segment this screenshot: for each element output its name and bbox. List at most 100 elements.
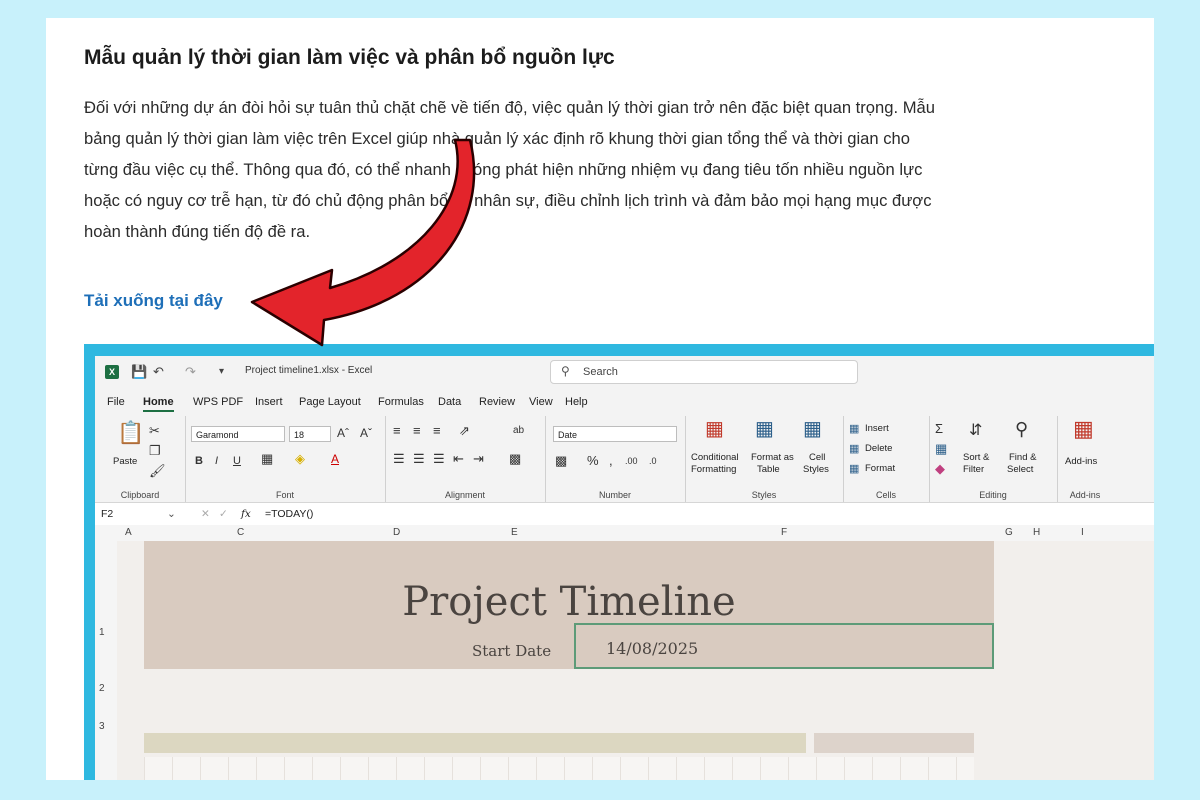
insert-cells-icon[interactable]: ▦ — [849, 422, 859, 436]
confirm-formula-icon[interactable]: ✓ — [219, 508, 228, 520]
column-header[interactable]: D — [393, 527, 400, 538]
conditional-formatting-icon[interactable]: ▦ — [705, 419, 724, 439]
tab-wps-pdf[interactable]: WPS PDF — [193, 396, 243, 408]
column-header[interactable]: E — [511, 527, 518, 538]
decrease-indent-icon[interactable]: ⇤ — [453, 452, 464, 466]
tab-file[interactable]: File — [107, 396, 125, 408]
tab-data[interactable]: Data — [438, 396, 461, 408]
tab-review[interactable]: Review — [479, 396, 515, 408]
increase-font-icon[interactable]: Aˆ — [337, 426, 349, 440]
percent-icon[interactable]: % — [587, 454, 599, 468]
row-header[interactable]: 1 — [99, 627, 105, 638]
format-label[interactable]: Format — [865, 463, 895, 474]
column-header[interactable]: H — [1033, 527, 1040, 538]
column-header[interactable]: A — [125, 527, 132, 538]
borders-icon[interactable]: ▦ — [261, 452, 273, 466]
table-label[interactable]: Table — [757, 464, 780, 475]
column-headers: A C D E F G H I — [95, 525, 1154, 542]
format-as-label[interactable]: Format as — [751, 452, 794, 463]
cell-label[interactable]: Cell — [809, 452, 825, 463]
name-box-dropdown-icon[interactable]: ⌄ — [167, 508, 176, 520]
cut-icon[interactable]: ✂ — [149, 424, 160, 438]
italic-icon[interactable]: I — [215, 454, 218, 468]
clear-icon[interactable]: ◆ — [935, 462, 945, 476]
find-select-icon[interactable]: ⚲ — [1015, 420, 1028, 438]
addins-icon[interactable]: ▦ — [1073, 418, 1094, 440]
delete-label[interactable]: Delete — [865, 443, 892, 454]
format-painter-icon[interactable]: 🖌 — [149, 464, 166, 478]
paste-label[interactable]: Paste — [113, 456, 137, 467]
formatting-label[interactable]: Formatting — [691, 464, 736, 475]
download-link[interactable]: Tải xuống tại đây — [84, 291, 223, 311]
column-header[interactable]: G — [1005, 527, 1013, 538]
autosum-icon[interactable]: Σ — [935, 422, 943, 436]
cell-styles-icon[interactable]: ▦ — [803, 419, 822, 439]
search-box[interactable]: ⚲ Search — [550, 360, 858, 384]
search-placeholder: Search — [583, 366, 618, 378]
bold-icon[interactable]: B — [195, 454, 203, 468]
cancel-formula-icon[interactable]: ✕ — [201, 508, 210, 520]
align-top-icon[interactable]: ≡ — [393, 424, 401, 438]
align-right-icon[interactable]: ☰ — [433, 452, 445, 466]
align-left-icon[interactable]: ☰ — [393, 452, 405, 466]
font-color-icon[interactable]: A — [331, 452, 339, 466]
addins-label[interactable]: Add-ins — [1065, 456, 1097, 467]
timeline-grid[interactable] — [144, 757, 974, 780]
increase-indent-icon[interactable]: ⇥ — [473, 452, 484, 466]
redo-icon[interactable]: ↷ — [185, 364, 196, 380]
tab-view[interactable]: View — [529, 396, 553, 408]
save-icon[interactable]: 💾 — [131, 364, 147, 380]
sort-filter-icon[interactable]: ⇵ — [969, 423, 982, 439]
copy-icon[interactable]: ❐ — [149, 444, 161, 458]
formula-input[interactable]: =TODAY() — [265, 508, 313, 520]
sort-label[interactable]: Sort & — [963, 452, 989, 463]
worksheet[interactable]: Project Timeline Start Date 14/08/2025 — [117, 541, 1154, 780]
increase-decimal-icon[interactable]: .00 — [625, 454, 638, 468]
insert-function-icon[interactable]: fx — [241, 508, 251, 520]
align-center-icon[interactable]: ☰ — [413, 452, 425, 466]
font-name-dropdown[interactable]: Garamond — [191, 426, 285, 442]
column-header[interactable]: C — [237, 527, 244, 538]
tab-insert[interactable]: Insert — [255, 396, 283, 408]
font-size-dropdown[interactable]: 18 — [289, 426, 331, 442]
insert-label[interactable]: Insert — [865, 423, 889, 434]
format-as-table-icon[interactable]: ▦ — [755, 419, 774, 439]
conditional-label[interactable]: Conditional — [691, 452, 739, 463]
orientation-icon[interactable]: ⇗ — [459, 424, 470, 438]
cells-group-label: Cells — [875, 490, 896, 500]
number-group-label: Number — [598, 490, 631, 500]
merge-center-icon[interactable]: ▩ — [509, 452, 521, 466]
align-bottom-icon[interactable]: ≡ — [433, 424, 441, 438]
align-middle-icon[interactable]: ≡ — [413, 424, 421, 438]
delete-cells-icon[interactable]: ▦ — [849, 442, 859, 456]
column-header[interactable]: F — [781, 527, 787, 538]
tab-home[interactable]: Home — [143, 396, 174, 412]
accounting-icon[interactable]: ▩ — [555, 454, 567, 468]
wrap-text-icon[interactable]: ab — [513, 424, 524, 438]
underline-icon[interactable]: U — [233, 454, 241, 468]
decrease-font-icon[interactable]: Aˇ — [360, 426, 372, 440]
fill-color-icon[interactable]: ◈ — [295, 452, 305, 466]
tab-page-layout[interactable]: Page Layout — [299, 396, 361, 408]
styles-label[interactable]: Styles — [803, 464, 829, 475]
start-date-cell[interactable]: 14/08/2025 — [574, 623, 994, 669]
fill-icon[interactable]: ▦ — [935, 442, 947, 456]
customize-toolbar-icon[interactable]: ▾ — [219, 364, 224, 380]
column-header[interactable]: I — [1081, 527, 1084, 538]
row-header[interactable]: 3 — [99, 721, 105, 732]
find-label[interactable]: Find & — [1009, 452, 1036, 463]
select-label[interactable]: Select — [1007, 464, 1033, 475]
name-box[interactable]: F2 — [101, 508, 113, 520]
tab-help[interactable]: Help — [565, 396, 588, 408]
format-cells-icon[interactable]: ▦ — [849, 462, 859, 476]
decrease-decimal-icon[interactable]: .0 — [649, 454, 657, 468]
undo-icon[interactable]: ↶ — [153, 364, 164, 380]
paste-icon[interactable]: 📋 — [117, 422, 144, 444]
clipboard-group: 📋 Paste ✂ ❐ 🖌 Clipboard — [95, 416, 186, 502]
tab-formulas[interactable]: Formulas — [378, 396, 424, 408]
alignment-group-label: Alignment — [444, 490, 486, 500]
number-format-dropdown[interactable]: Date — [553, 426, 677, 442]
comma-icon[interactable]: , — [609, 454, 613, 468]
filter-label[interactable]: Filter — [963, 464, 984, 475]
row-header[interactable]: 2 — [99, 683, 105, 694]
